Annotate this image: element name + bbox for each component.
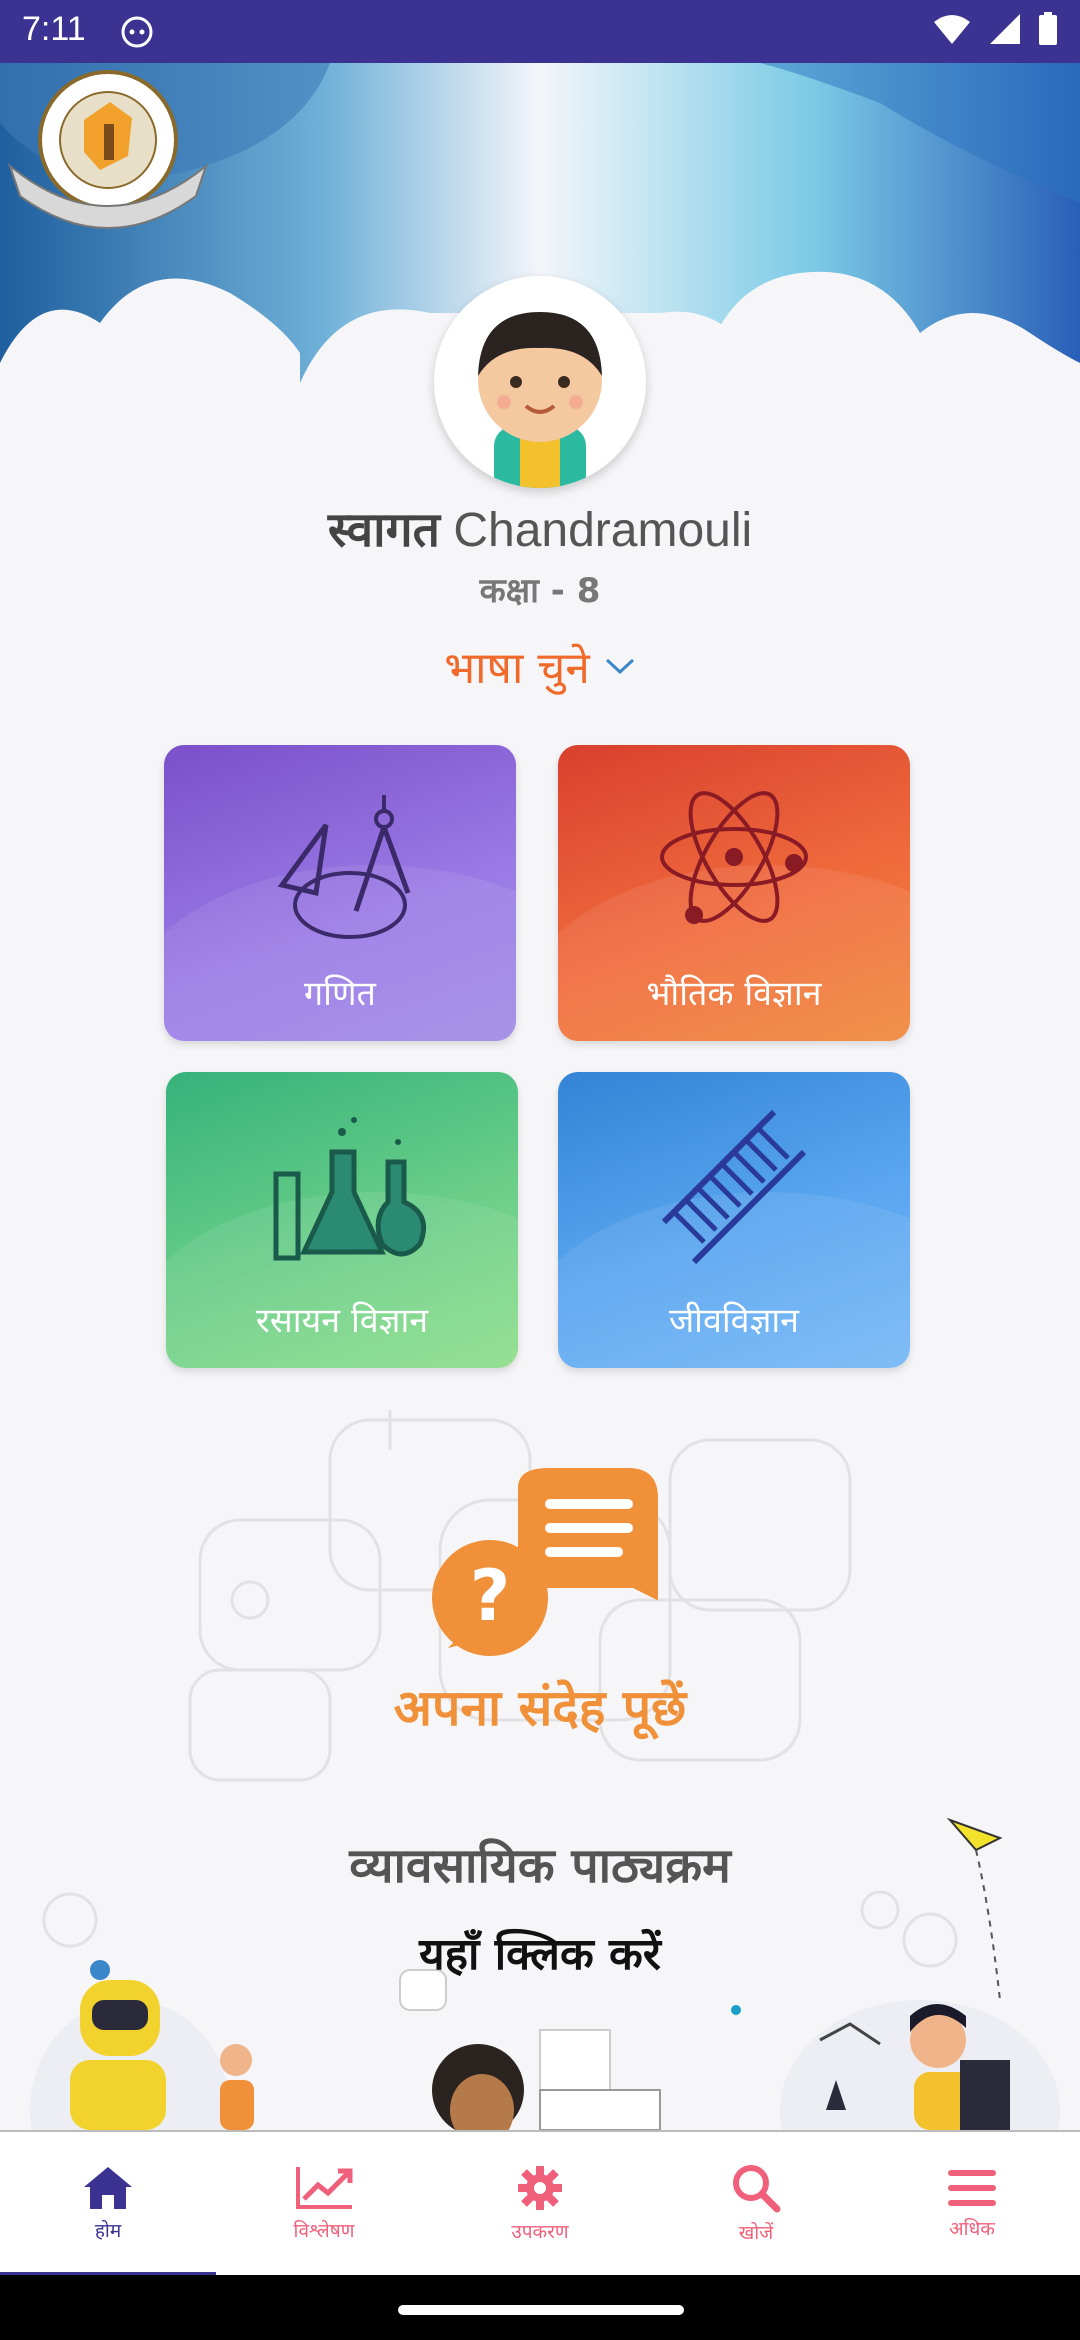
vocational-title: व्यावसायिक पाठ्यक्रम bbox=[349, 1838, 731, 1894]
home-icon bbox=[84, 2166, 132, 2209]
chevron-down-icon bbox=[605, 658, 634, 675]
subject-label: रसायन विज्ञान bbox=[255, 1301, 429, 1341]
language-selector[interactable]: भाषा चुने bbox=[0, 636, 1080, 696]
vocational-click-here[interactable]: यहाँ क्लिक करें bbox=[0, 1922, 1080, 1982]
nav-label: खोजें bbox=[738, 2221, 774, 2244]
subject-tile-biology[interactable]: जीवविज्ञान bbox=[558, 1072, 910, 1368]
board-logo bbox=[7, 70, 209, 229]
dna-icon bbox=[661, 1109, 807, 1265]
nav-label: विश्लेषण bbox=[293, 2219, 355, 2242]
wifi-icon bbox=[934, 15, 970, 44]
nav-tools[interactable]: उपकरण bbox=[432, 2132, 648, 2275]
subject-label: जीवविज्ञान bbox=[668, 1301, 800, 1341]
home-gesture-handle[interactable] bbox=[398, 2305, 684, 2315]
atom-icon bbox=[660, 791, 808, 924]
avatar[interactable] bbox=[434, 276, 646, 488]
nav-home[interactable]: होम bbox=[0, 2132, 216, 2277]
battery-icon bbox=[1039, 12, 1057, 45]
notification-cat-icon bbox=[121, 16, 153, 48]
nav-label: उपकरण bbox=[511, 2220, 569, 2243]
welcome-text: स्वागत Chandramouli bbox=[0, 496, 1080, 561]
analytics-icon bbox=[296, 2166, 353, 2209]
ask-doubt-label[interactable]: अपना संदेह पूछें bbox=[0, 1672, 1080, 1740]
language-label: भाषा चुने bbox=[444, 643, 590, 694]
compass-geometry-icon bbox=[277, 795, 411, 939]
subject-tile-physics[interactable]: भौतिक विज्ञान bbox=[558, 745, 910, 1041]
nav-analytics[interactable]: विश्लेषण bbox=[216, 2132, 432, 2275]
user-name: Chandramouli bbox=[453, 504, 753, 557]
status-bar: 7:11 bbox=[0, 0, 1080, 63]
class-label: कक्षा - 8 bbox=[479, 571, 601, 611]
search-icon bbox=[733, 2164, 781, 2212]
nav-label: अधिक bbox=[949, 2217, 995, 2240]
status-time: 7:11 bbox=[22, 10, 86, 48]
cellular-signal-icon bbox=[990, 14, 1020, 44]
question-chat-icon[interactable]: ? bbox=[428, 1468, 658, 1658]
nav-more[interactable]: अधिक bbox=[864, 2132, 1080, 2275]
bottom-navigation: होम विश्लेषण उपकरण खोजें अधिक bbox=[0, 2130, 1080, 2277]
nav-search[interactable]: खोजें bbox=[648, 2132, 864, 2275]
menu-icon bbox=[948, 2169, 996, 2206]
subject-label: भौतिक विज्ञान bbox=[646, 974, 822, 1014]
flasks-icon bbox=[273, 1117, 426, 1261]
subject-tile-math[interactable]: गणित bbox=[164, 745, 516, 1041]
svg-text:?: ? bbox=[470, 1555, 511, 1637]
boy-avatar-icon bbox=[478, 312, 602, 488]
subject-label: गणित bbox=[304, 974, 376, 1014]
gear-icon bbox=[518, 2165, 562, 2210]
nav-label: होम bbox=[94, 2219, 122, 2242]
subject-tile-chemistry[interactable]: रसायन विज्ञान bbox=[166, 1072, 518, 1368]
welcome-prefix: स्वागत bbox=[327, 502, 440, 558]
